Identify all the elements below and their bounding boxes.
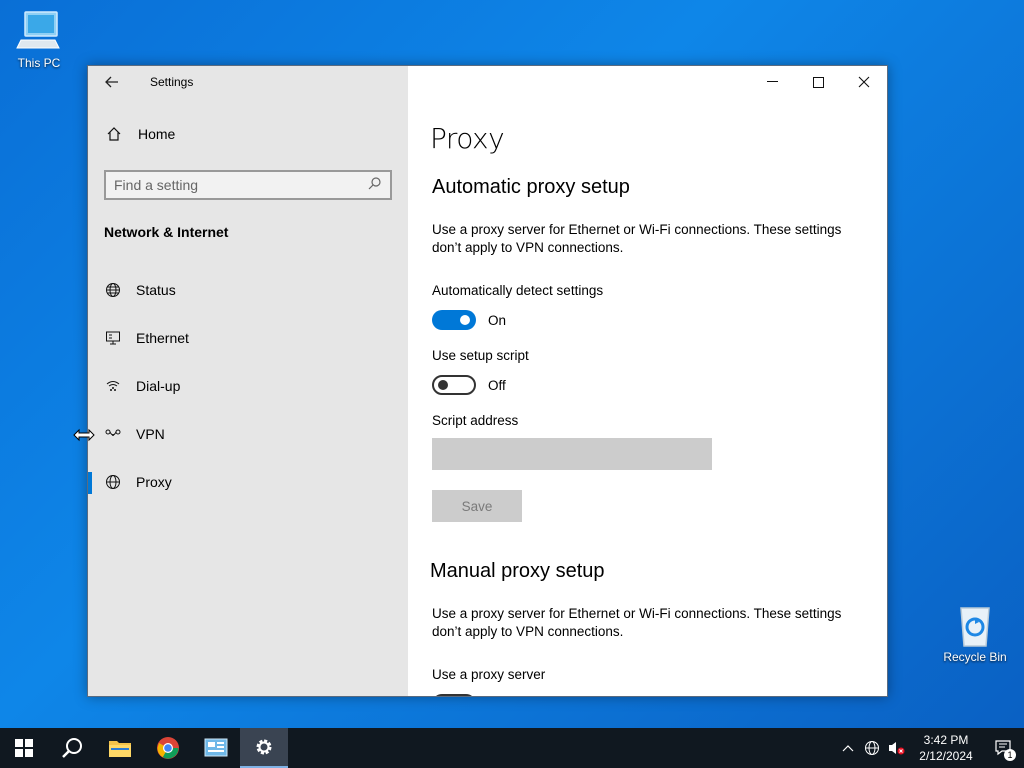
sidebar-item-label: Ethernet	[136, 330, 189, 346]
chrome-icon	[157, 737, 179, 759]
minimize-icon	[766, 81, 778, 82]
search-icon	[62, 738, 82, 758]
manual-proxy-heading: Manual proxy setup	[430, 560, 605, 582]
dialup-icon	[104, 377, 122, 395]
auto-detect-toggle[interactable]	[432, 310, 476, 330]
auto-detect-state: On	[488, 312, 507, 328]
notification-count-badge: 1	[1004, 749, 1016, 761]
nav-list: Status Ethernet Dial-up VPN Proxy	[88, 266, 408, 506]
search-input[interactable]	[114, 177, 368, 193]
minimize-button[interactable]	[749, 66, 795, 98]
automatic-proxy-heading: Automatic proxy setup	[432, 176, 630, 198]
title-bar: Settings	[88, 66, 408, 98]
ethernet-icon	[104, 329, 122, 347]
this-pc-desktop-icon[interactable]: This PC	[4, 8, 74, 70]
network-globe-icon[interactable]	[860, 740, 884, 756]
use-proxy-toggle[interactable]	[432, 694, 476, 696]
chevron-up-icon[interactable]	[836, 744, 860, 752]
automatic-proxy-description: Use a proxy server for Ethernet or Wi-Fi…	[432, 222, 842, 255]
computer-icon	[15, 8, 63, 52]
folder-icon	[109, 741, 131, 757]
sidebar-item-dialup[interactable]: Dial-up	[88, 362, 408, 410]
sidebar-item-vpn[interactable]: VPN	[88, 410, 408, 458]
setup-script-toggle-row: Off	[432, 375, 506, 395]
maximize-button[interactable]	[795, 66, 841, 98]
auto-detect-label: Automatically detect settings	[432, 283, 604, 298]
this-pc-label: This PC	[17, 56, 61, 70]
script-address-label: Script address	[432, 413, 519, 428]
sidebar-item-ethernet[interactable]: Ethernet	[88, 314, 408, 362]
clock-date: 2/12/2024	[919, 749, 973, 763]
recycle-bin-label: Recycle Bin	[943, 650, 1007, 664]
volume-muted-icon[interactable]	[884, 740, 908, 756]
save-button[interactable]: Save	[432, 490, 522, 522]
clock-time: 3:42 PM	[923, 733, 969, 747]
setup-script-label: Use setup script	[432, 348, 529, 363]
globe-icon	[104, 281, 122, 299]
home-nav-item[interactable]: Home	[104, 126, 175, 142]
gear-icon	[256, 739, 272, 755]
auto-detect-toggle-row: On	[432, 310, 506, 330]
setup-script-state: Off	[488, 377, 506, 393]
back-button[interactable]	[88, 66, 136, 98]
sidebar-item-label: Dial-up	[136, 378, 181, 394]
sidebar-item-label: VPN	[136, 426, 165, 442]
start-button[interactable]	[0, 728, 48, 768]
home-icon	[104, 126, 124, 142]
settings-window: Settings Home Network & Internet Status	[87, 65, 888, 697]
section-title: Network & Internet	[104, 224, 229, 240]
sidebar: Settings Home Network & Internet Status	[88, 66, 408, 696]
home-label: Home	[138, 126, 176, 142]
manual-proxy-description: Use a proxy server for Ethernet or Wi-Fi…	[432, 606, 842, 639]
maximize-icon	[812, 76, 824, 88]
search-box[interactable]	[104, 170, 392, 200]
control-panel-icon	[204, 738, 228, 757]
use-proxy-toggle-row	[432, 694, 476, 696]
close-icon	[858, 76, 870, 88]
taskbar: 3:42 PM 2/12/2024 1	[0, 728, 1024, 768]
page-title: Proxy	[430, 122, 505, 155]
back-arrow-icon	[105, 76, 118, 88]
sidebar-item-status[interactable]: Status	[88, 266, 408, 314]
windows-logo-icon	[15, 739, 33, 757]
file-explorer-button[interactable]	[96, 728, 144, 768]
content-pane: Proxy Automatic proxy setup Use a proxy …	[408, 66, 887, 696]
search-taskbar-button[interactable]	[48, 728, 96, 768]
notification-center-icon[interactable]: 1	[984, 739, 1024, 761]
window-controls	[749, 66, 887, 98]
setup-script-toggle[interactable]	[432, 375, 476, 395]
sidebar-item-proxy[interactable]: Proxy	[88, 458, 408, 506]
recycle-bin-desktop-icon[interactable]: Recycle Bin	[940, 602, 1010, 664]
clock[interactable]: 3:42 PM 2/12/2024	[908, 732, 984, 764]
search-icon[interactable]	[368, 176, 382, 195]
window-title: Settings	[150, 75, 194, 89]
resize-cursor-icon	[72, 428, 96, 447]
globe-icon	[104, 473, 122, 491]
settings-taskbar-button[interactable]	[240, 728, 288, 768]
control-panel-button[interactable]	[192, 728, 240, 768]
chrome-button[interactable]	[144, 728, 192, 768]
system-tray: 3:42 PM 2/12/2024 1	[836, 728, 1024, 768]
vpn-icon	[104, 425, 122, 443]
sidebar-item-label: Status	[136, 282, 176, 298]
script-address-input[interactable]	[432, 438, 712, 470]
use-proxy-label: Use a proxy server	[432, 667, 546, 682]
close-button[interactable]	[841, 66, 887, 98]
sidebar-item-label: Proxy	[136, 474, 172, 490]
recycle-bin-icon	[951, 602, 999, 647]
